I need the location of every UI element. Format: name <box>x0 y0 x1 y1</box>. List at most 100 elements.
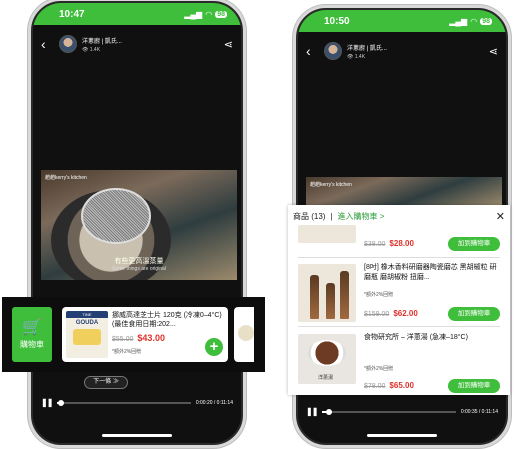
avatar[interactable] <box>59 35 77 53</box>
video-caption: 有些更高溫蒸量 Some things are original <box>41 256 237 272</box>
old-price: $159.00 <box>364 311 390 318</box>
view-count: 👁 1.4K <box>347 53 366 60</box>
product-strip: 🛒 購物車 TINE GOUDA 挪威高達芝士片 120克 (冷凍0–4°C) … <box>2 297 265 372</box>
product-image <box>298 264 356 322</box>
product-list-panel: 商品 (13) | 進入購物車 > ✕ $38.00 $28.00 加到購物車 … <box>288 205 510 395</box>
sale-price: $28.00 <box>389 239 414 248</box>
product-image: 洋蔥湯 <box>298 334 356 384</box>
back-icon[interactable]: ‹ <box>306 43 320 59</box>
status-icons: ▂▄▆ ◠ 98 <box>449 17 492 26</box>
video-scrubber[interactable]: ❚❚ 0:00:20 / 0:11:14 <box>41 398 233 407</box>
go-to-cart-link[interactable]: 進入購物車 > <box>338 211 385 222</box>
sale-price: $43.00 <box>137 333 165 343</box>
caption-chinese: 有些更高溫蒸量 <box>114 258 164 265</box>
cashback-note: *額外2%回贈 <box>112 349 142 355</box>
old-price: $38.00 <box>364 241 386 248</box>
left-phone: 10:47 ▂▄▆ ◠ 98 ‹ 洋蔥廚 | 凱氏... 👁 1.4K ⋖ 趙趙… <box>31 1 243 445</box>
product-image <box>298 225 356 243</box>
next-video-button[interactable]: 下一條 ≫ <box>84 376 128 389</box>
grinder-graphic <box>340 271 349 319</box>
old-price: $78.00 <box>364 383 386 390</box>
video-topbar: ‹ 洋蔥廚 | 凱氏... 👁 1.4K ⋖ <box>33 29 241 59</box>
product-title: 食物研究所 – 洋蔥湯 (急凍–18°C) <box>364 334 468 341</box>
status-time: 10:50 <box>324 15 350 27</box>
close-icon[interactable]: ✕ <box>496 210 505 223</box>
soup-bowl-graphic <box>308 340 346 366</box>
status-icons: ▂▄▆ ◠ 98 <box>184 10 227 19</box>
status-bar: 10:50 ▂▄▆ ◠ 98 <box>298 10 506 32</box>
cashback-note: *額外2%回贈 <box>364 292 394 298</box>
progress-track[interactable] <box>322 408 456 415</box>
video-scrubber[interactable]: ❚❚ 0:00:35 / 0:11:14 <box>306 407 498 416</box>
pause-icon[interactable]: ❚❚ <box>306 407 318 416</box>
add-to-cart-icon[interactable]: + <box>205 338 223 356</box>
add-to-cart-button[interactable]: 加到購物車 <box>448 307 500 321</box>
product-title: [8吋] 橡木香料研磨器陶瓷磨芯 黑胡椒粒 研磨瓶 磨胡椒粉 扭磨... <box>364 264 497 281</box>
status-bar: 10:47 ▂▄▆ ◠ 98 <box>33 3 241 25</box>
signal-icon: ▂▄▆ <box>184 9 203 19</box>
grinder-graphic <box>310 275 319 319</box>
old-price: $55.00 <box>112 336 134 343</box>
next-product-peek[interactable] <box>234 307 254 362</box>
product-brand: TINE <box>66 311 108 318</box>
video-topbar: ‹ 洋蔥廚 | 凱氏... 👁 1.4K ⋖ <box>298 36 506 66</box>
progress-track[interactable] <box>57 399 191 406</box>
status-time: 10:47 <box>59 8 85 20</box>
progress-time: 0:00:35 / 0:11:14 <box>460 408 498 415</box>
video-sieve <box>81 188 151 244</box>
peek-image <box>238 325 254 341</box>
video-frame[interactable]: 趙趙kerry's kitchen <box>306 177 502 207</box>
product-prices: $55.00 $43.00 <box>112 333 165 343</box>
product-prices: $38.00 $28.00 <box>364 239 414 248</box>
product-title: 挪威高達芝士片 120克 (冷凍0–4°C) (最佳食用日期:202... <box>112 312 222 328</box>
video-watermark: 趙趙kerry's kitchen <box>310 182 352 188</box>
list-item[interactable]: $38.00 $28.00 加到購物車 <box>298 225 500 258</box>
cart-label: 購物車 <box>20 340 44 349</box>
view-count: 👁 1.4K <box>82 46 101 53</box>
panel-header: 商品 (13) | 進入購物車 > ✕ <box>293 209 505 223</box>
product-card[interactable]: TINE GOUDA 挪威高達芝士片 120克 (冷凍0–4°C) (最佳食用日… <box>62 307 228 362</box>
back-icon[interactable]: ‹ <box>41 36 55 52</box>
wifi-icon: ◠ <box>205 9 213 19</box>
bowl-tag: 洋蔥湯 <box>318 375 334 381</box>
product-count: 商品 (13) <box>293 211 326 221</box>
share-icon[interactable]: ⋖ <box>489 45 498 58</box>
product-image: TINE GOUDA <box>66 311 108 358</box>
view-count-value: 1.4K <box>89 46 101 53</box>
caption-english: Some things are original <box>112 266 166 272</box>
header-separator: | <box>330 211 333 221</box>
progress-time: 0:00:20 / 0:11:14 <box>195 399 233 406</box>
uploader-info: 洋蔥廚 | 凱氏... 👁 1.4K <box>347 43 387 60</box>
product-prices: $78.00 $65.00 <box>364 381 414 390</box>
cart-button[interactable]: 🛒 購物車 <box>12 307 52 362</box>
cart-icon: 🛒 <box>22 319 42 336</box>
progress-knob[interactable] <box>58 399 65 406</box>
progress-knob[interactable] <box>326 408 333 415</box>
video-frame[interactable]: 趙趙kerry's kitchen 有些更高溫蒸量 Some things ar… <box>41 170 237 280</box>
home-indicator <box>367 434 437 437</box>
video-watermark: 趙趙kerry's kitchen <box>45 175 87 181</box>
pause-icon[interactable]: ❚❚ <box>41 398 53 407</box>
avatar[interactable] <box>324 42 342 60</box>
battery-icon: 98 <box>215 10 227 18</box>
signal-icon: ▂▄▆ <box>449 16 468 26</box>
uploader-name: 洋蔥廚 | 凱氏... <box>82 38 122 45</box>
list-item[interactable]: [8吋] 橡木香料研磨器陶瓷磨芯 黑胡椒粒 研磨瓶 磨胡椒粉 扭磨... *額外… <box>298 259 500 327</box>
uploader-info: 洋蔥廚 | 凱氏... 👁 1.4K <box>82 36 122 53</box>
product-prices: $159.00 $62.00 <box>364 309 418 318</box>
view-count-value: 1.4K <box>354 53 366 60</box>
sale-price: $65.00 <box>389 381 414 390</box>
cheese-graphic <box>73 329 101 345</box>
sale-price: $62.00 <box>393 309 418 318</box>
grinder-graphic <box>326 283 335 319</box>
add-to-cart-button[interactable]: 加到購物車 <box>448 379 500 393</box>
home-indicator <box>102 434 172 437</box>
wifi-icon: ◠ <box>470 16 478 26</box>
cashback-note: *額外2%回贈 <box>364 366 394 372</box>
share-icon[interactable]: ⋖ <box>224 38 233 51</box>
uploader-name: 洋蔥廚 | 凱氏... <box>347 45 387 52</box>
product-image-label: GOUDA <box>75 320 99 326</box>
battery-icon: 98 <box>480 17 492 25</box>
add-to-cart-button[interactable]: 加到購物車 <box>448 237 500 251</box>
list-item[interactable]: 洋蔥湯 食物研究所 – 洋蔥湯 (急凍–18°C) *額外2%回贈 $78.00… <box>298 329 500 393</box>
